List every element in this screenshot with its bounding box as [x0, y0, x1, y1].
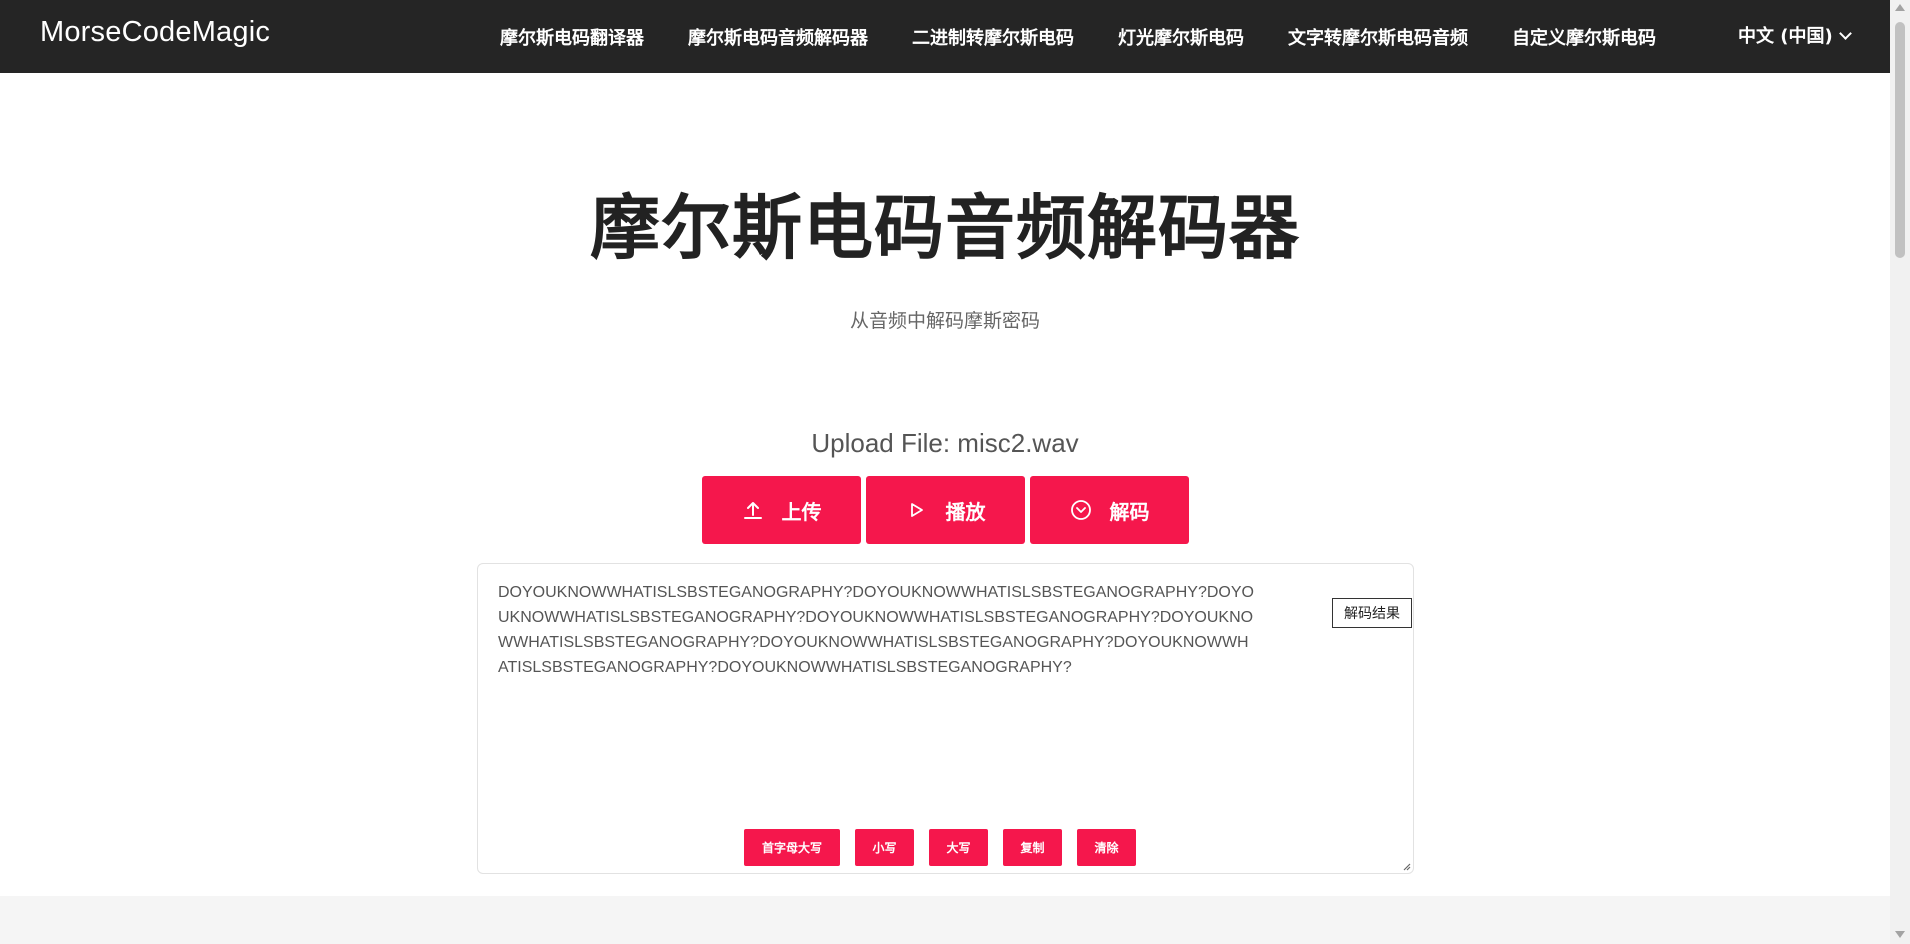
text-tools: 首字母大写 小写 大写 复制 清除 [744, 829, 1136, 866]
nav-item-text-to-audio[interactable]: 文字转摩尔斯电码音频 [1288, 24, 1468, 50]
lowercase-button[interactable]: 小写 [855, 829, 914, 866]
nav-item-binary-to-morse[interactable]: 二进制转摩尔斯电码 [912, 24, 1074, 50]
brand-logo[interactable]: MorseCodeMagic [40, 16, 270, 49]
uppercase-button[interactable]: 大写 [929, 829, 988, 866]
nav-item-custom-morse[interactable]: 自定义摩尔斯电码 [1512, 24, 1656, 50]
page-scrollbar[interactable] [1890, 0, 1910, 944]
decode-button[interactable]: 解码 [1030, 476, 1189, 544]
page-subtitle: 从音频中解码摩斯密码 [849, 310, 1040, 332]
upload-icon [742, 499, 764, 521]
scroll-up-arrow-icon[interactable] [1895, 4, 1905, 11]
scroll-thumb[interactable] [1895, 22, 1905, 258]
resize-grip-icon[interactable] [1401, 861, 1411, 871]
chevron-down-icon [1838, 26, 1852, 40]
upload-file-label: Upload File: misc2.wav [811, 428, 1079, 458]
upload-button-label: 上传 [781, 499, 822, 524]
footer-band [0, 896, 1890, 944]
copy-button[interactable]: 复制 [1003, 829, 1062, 866]
language-selector[interactable]: 中文 (中国) [1738, 22, 1852, 48]
nav-item-light-morse[interactable]: 灯光摩尔斯电码 [1118, 24, 1244, 50]
language-label: 中文 (中国) [1738, 26, 1833, 47]
top-navbar: MorseCodeMagic 摩尔斯电码翻译器 摩尔斯电码音频解码器 二进制转摩… [0, 0, 1890, 73]
result-text[interactable]: DOYOUKNOWWHATISLSBSTEGANOGRAPHY?DOYOUKNO… [498, 580, 1258, 680]
play-button[interactable]: 播放 [866, 476, 1025, 544]
clear-button[interactable]: 清除 [1077, 829, 1136, 866]
upload-button[interactable]: 上传 [702, 476, 861, 544]
capitalize-button[interactable]: 首字母大写 [744, 829, 840, 866]
nav-item-translator[interactable]: 摩尔斯电码翻译器 [500, 24, 644, 50]
play-icon [906, 499, 928, 521]
action-buttons: 上传 播放 解码 [702, 476, 1189, 544]
nav-menu: 摩尔斯电码翻译器 摩尔斯电码音频解码器 二进制转摩尔斯电码 灯光摩尔斯电码 文字… [500, 0, 1700, 73]
nav-item-audio-decoder[interactable]: 摩尔斯电码音频解码器 [688, 24, 868, 50]
decode-button-label: 解码 [1109, 499, 1150, 524]
page-title: 摩尔斯电码音频解码器 [590, 187, 1300, 269]
result-tag-label: 解码结果 [1332, 598, 1412, 628]
play-button-label: 播放 [945, 499, 986, 524]
result-textarea[interactable]: DOYOUKNOWWHATISLSBSTEGANOGRAPHY?DOYOUKNO… [477, 563, 1414, 874]
chevron-circle-down-icon [1070, 499, 1092, 521]
scroll-down-arrow-icon[interactable] [1895, 931, 1905, 938]
